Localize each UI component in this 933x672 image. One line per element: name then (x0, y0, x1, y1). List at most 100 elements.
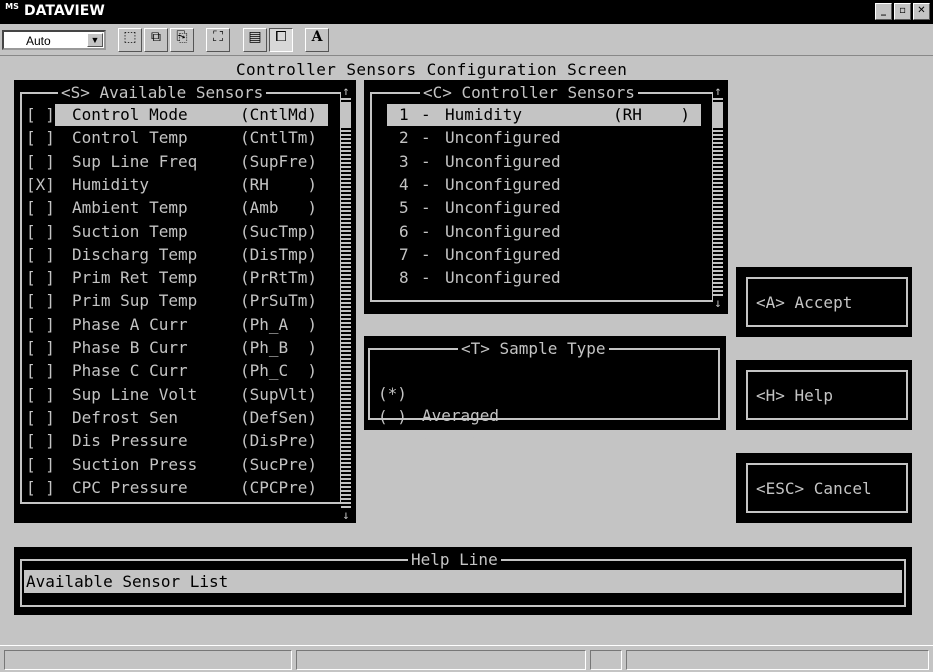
available-sensor-item[interactable]: [ ] Discharg Temp (DisTmp) (26, 244, 336, 266)
window-icon[interactable]: ⧠ (269, 28, 293, 52)
sensor-name: Suction Temp (72, 221, 188, 241)
status-cell (296, 650, 586, 670)
restore-button[interactable]: ▫ (894, 3, 911, 20)
sensor-checkbox[interactable]: [ ] (26, 244, 55, 266)
sensor-abbreviation: (DisTmp) (240, 244, 318, 264)
controller-sensor-item[interactable]: 3- Unconfigured (387, 151, 701, 173)
zoom-select[interactable]: Auto ▼ (2, 30, 106, 50)
title-bar[interactable]: MS DATAVIEW _ ▫ ✕ (0, 0, 933, 24)
sensor-index: 3 (399, 151, 409, 171)
available-sensor-item[interactable]: [ ] Control Mode (CntlMd) (26, 104, 328, 126)
available-sensor-item[interactable]: [ ] Suction Temp (SucTmp) (26, 221, 336, 243)
sensor-name: Humidity (445, 105, 523, 124)
controller-sensor-item[interactable]: 8- Unconfigured (387, 267, 701, 289)
available-sensor-item[interactable]: [ ] Sup Line Volt (SupVlt) (26, 384, 336, 406)
controller-sensor-item[interactable]: 2- Unconfigured (387, 127, 701, 149)
available-sensor-item[interactable]: [ ] Defrost Sen (DefSen) (26, 407, 336, 429)
sensor-checkbox[interactable]: [ ] (26, 151, 55, 173)
sensor-dash: - (421, 244, 431, 264)
scroll-up-icon[interactable]: ↑ (341, 84, 351, 98)
fullscreen-icon[interactable]: ⛶ (206, 28, 230, 52)
select-tool-icon[interactable]: ⬚ (118, 28, 142, 52)
sensor-dash: - (421, 268, 431, 288)
close-button[interactable]: ✕ (913, 3, 930, 20)
sample-type-title: <T> Sample Type (458, 340, 609, 358)
sensor-abbreviation: (Ph_A ) (240, 314, 318, 334)
controller-sensor-item[interactable]: 6- Unconfigured (387, 221, 701, 243)
available-sensor-item[interactable]: [ ] Sup Line Freq (SupFre) (26, 151, 336, 173)
status-cell (590, 650, 622, 670)
status-cell (4, 650, 292, 670)
sensor-checkbox[interactable]: [ ] (26, 197, 55, 219)
sensor-checkbox[interactable]: [ ] (26, 221, 55, 243)
sensor-checkbox[interactable]: [ ] (26, 267, 55, 289)
sensor-name: Unconfigured (445, 198, 561, 218)
available-sensor-item[interactable]: [ ] Ambient Temp (Amb ) (26, 197, 336, 219)
zoom-value: Auto (26, 34, 51, 48)
sensor-abbreviation: (DisPre) (240, 431, 318, 451)
sensor-checkbox[interactable]: [ ] (26, 314, 55, 336)
available-sensor-item[interactable]: [ ] CPC Pressure (CPCPre) (26, 477, 336, 499)
available-sensor-item[interactable]: [ ] Phase A Curr (Ph_A ) (26, 314, 336, 336)
controller-sensor-item[interactable]: 5- Unconfigured (387, 197, 701, 219)
available-sensor-item[interactable]: [ ] Phase C Curr (Ph_C ) (26, 360, 336, 382)
chevron-down-icon[interactable]: ▼ (87, 33, 103, 47)
available-sensor-item[interactable]: [X] Humidity (RH ) (26, 174, 336, 196)
sensor-abbreviation: (PrSuTm) (240, 291, 318, 311)
sensor-dash: - (421, 105, 431, 124)
sensor-abbreviation: (CntlTm) (240, 128, 318, 148)
sensor-checkbox[interactable]: [ ] (26, 337, 55, 359)
sensor-checkbox[interactable]: [ ] (26, 407, 55, 429)
controller-sensor-item[interactable]: 4- Unconfigured (387, 174, 701, 196)
sensor-index: 4 (399, 174, 409, 194)
minimize-button[interactable]: _ (875, 3, 892, 20)
sensor-checkbox[interactable]: [ ] (26, 104, 55, 126)
scroll-up-icon[interactable]: ↑ (713, 84, 723, 98)
sensor-name: Phase C Curr (72, 361, 188, 381)
available-sensor-item[interactable]: [ ] Control Temp (CntlTm) (26, 127, 336, 149)
controller-sensor-item[interactable]: 1- Humidity (RH ) (387, 104, 701, 126)
available-sensor-item[interactable]: [ ] Suction Press (SucPre) (26, 454, 336, 476)
sensor-checkbox[interactable]: [ ] (26, 454, 55, 476)
available-scrollbar[interactable] (341, 96, 351, 514)
cancel-button[interactable]: <ESC> Cancel (736, 453, 912, 523)
sensor-name: Unconfigured (445, 268, 561, 288)
sensor-name: Sup Line Volt (72, 384, 198, 404)
sensor-checkbox[interactable]: [ ] (26, 290, 55, 312)
sensor-name: Unconfigured (445, 128, 561, 148)
controller-scroll-thumb[interactable] (713, 104, 723, 128)
font-icon[interactable]: A (305, 28, 329, 52)
paste-icon[interactable]: ⎘ (170, 28, 194, 52)
controller-sensor-item[interactable]: 7- Unconfigured (387, 244, 701, 266)
sensor-checkbox[interactable]: [ ] (26, 430, 55, 452)
radio-averaged[interactable]: (*) Averaged (378, 361, 698, 425)
sensor-abbreviation: (Ph_B ) (240, 338, 318, 357)
scroll-down-icon[interactable]: ↓ (713, 296, 723, 310)
sensor-checkbox[interactable]: [ ] (26, 477, 55, 499)
sensor-checkbox[interactable]: [ ] (26, 127, 55, 149)
available-sensor-item[interactable]: [ ] Dis Pressure (DisPre) (26, 430, 336, 452)
sensor-checkbox[interactable]: [ ] (26, 360, 55, 382)
accept-button[interactable]: <A> Accept (736, 267, 912, 337)
sensor-checkbox[interactable]: [ ] (26, 384, 55, 406)
available-scroll-thumb[interactable] (341, 104, 351, 128)
sensor-checkbox[interactable]: [X] (26, 174, 55, 196)
sensor-abbreviation: (SupFre) (240, 151, 318, 171)
available-sensor-item[interactable]: [ ] Prim Ret Temp (PrRtTm) (26, 267, 336, 289)
copy-icon[interactable]: ⧉ (144, 28, 168, 52)
help-line-title: Help Line (408, 551, 501, 569)
help-button[interactable]: <H> Help (736, 360, 912, 430)
properties-icon[interactable]: ▤ (243, 28, 267, 52)
sensor-name: Humidity (72, 174, 150, 194)
sensor-index: 6 (399, 221, 409, 241)
sensor-name: Phase A Curr (72, 314, 188, 334)
scroll-down-icon[interactable]: ↓ (341, 508, 351, 522)
radio-snapshot[interactable]: ( ) Snapshot (378, 384, 698, 448)
available-sensor-item[interactable]: [ ] Prim Sup Temp (PrSuTm) (26, 290, 336, 312)
sensor-dash: - (421, 151, 431, 171)
app-icon[interactable]: MS (3, 2, 21, 22)
sensor-abbreviation: (SupVlt) (240, 384, 318, 404)
available-sensor-item[interactable]: [ ] Phase B Curr (Ph_B ) (26, 337, 336, 359)
sensor-name: Discharg Temp (72, 244, 198, 264)
sensor-abbreviation: (SucPre) (240, 454, 318, 474)
